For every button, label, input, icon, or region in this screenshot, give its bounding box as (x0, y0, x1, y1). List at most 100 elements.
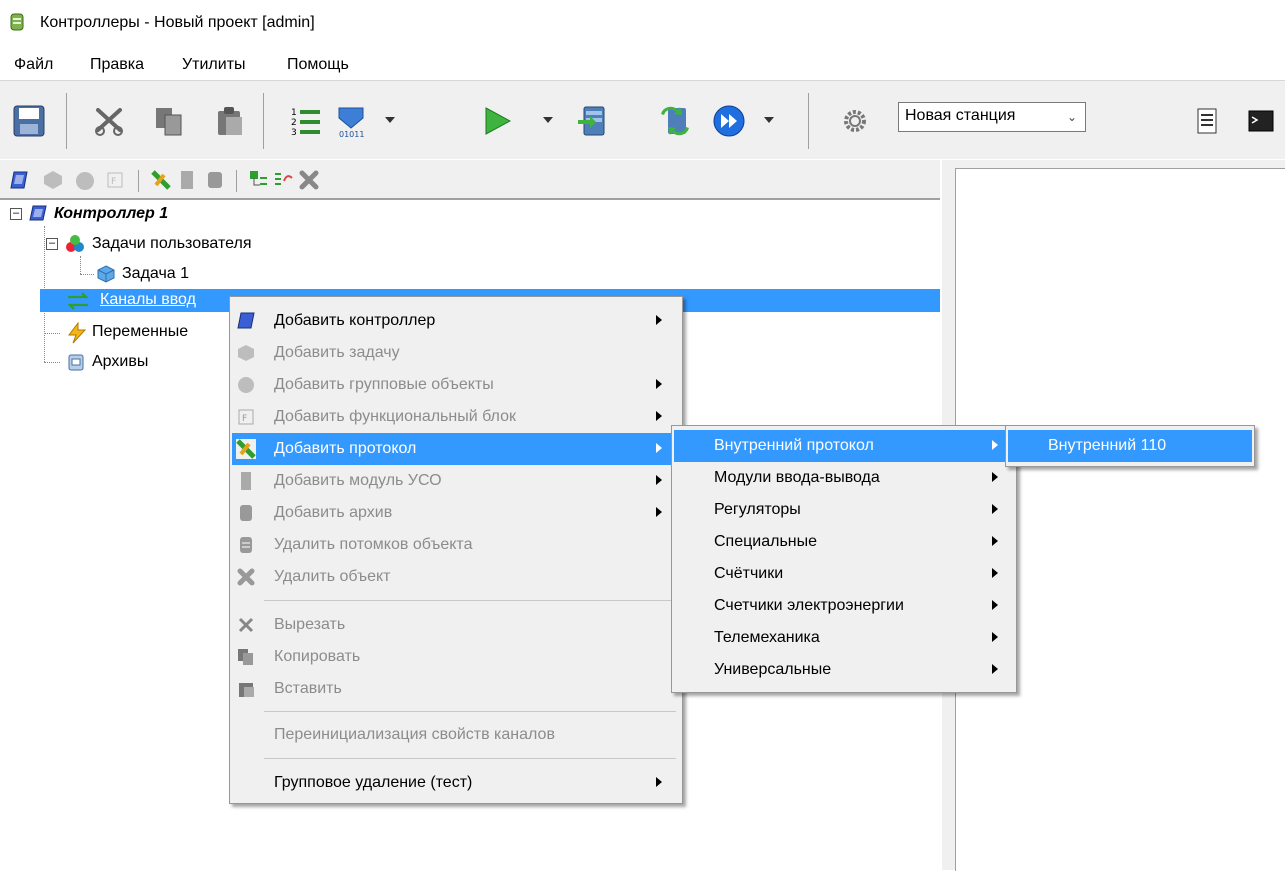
submenu-arrow-icon (992, 664, 998, 674)
menu-separator (264, 711, 676, 712)
compile-dropdown-arrow[interactable] (385, 117, 395, 123)
submenu-arrow-icon (992, 536, 998, 546)
cut-icon (238, 617, 254, 633)
submenu-arrow-icon (656, 507, 662, 517)
menu-add-task[interactable]: Добавить задачу (232, 337, 680, 369)
context-menu: Добавить контроллер Добавить задачу Доба… (229, 296, 683, 804)
tree-line (44, 226, 45, 292)
submenu-arrow-icon (656, 411, 662, 421)
add-protocol-icon[interactable] (150, 169, 172, 191)
undo-tree-icon[interactable] (272, 169, 294, 191)
toolbar-separator (263, 93, 264, 149)
cut-icon[interactable] (88, 101, 130, 141)
menu-help[interactable]: Помощь (287, 56, 349, 74)
menu-add-controller[interactable]: Добавить контроллер (232, 305, 680, 337)
menu-add-archive[interactable]: Добавить архив (232, 497, 680, 529)
menu-delete-object[interactable]: Удалить объект (232, 561, 680, 593)
submenu-arrow-icon (992, 568, 998, 578)
tree-item-task-1[interactable]: Задача 1 (122, 265, 189, 289)
task-cube-icon (97, 265, 115, 283)
submenu-special[interactable]: Специальные (674, 526, 1014, 558)
tree-line (80, 274, 94, 275)
fast-forward-icon[interactable] (708, 101, 750, 141)
save-icon[interactable] (8, 101, 50, 141)
station-select[interactable]: Новая станция ⌄ (898, 102, 1086, 132)
menu-add-io-module[interactable]: Добавить модуль УСО (232, 465, 680, 497)
tree-toolbar: F (0, 160, 940, 198)
add-controller-icon[interactable] (8, 169, 30, 191)
download-to-controller-icon[interactable] (572, 101, 614, 141)
submenu-io-modules[interactable]: Модули ввода-вывода (674, 462, 1014, 494)
submenu-internal-110[interactable]: Внутренний 110 (1008, 430, 1252, 462)
add-task-icon[interactable] (42, 169, 64, 191)
menu-add-protocol[interactable]: Добавить протокол (232, 433, 680, 465)
controller-icon (29, 205, 47, 221)
tree-item-io-channels[interactable]: Каналы ввод (100, 291, 196, 315)
collapse-user-tasks-toggle[interactable]: – (46, 238, 58, 250)
menu-reinit-channels[interactable]: Переинициализация свойств каналов (232, 719, 680, 751)
submenu-telemechanics[interactable]: Телемеханика (674, 622, 1014, 654)
menu-copy[interactable]: Копировать (232, 641, 680, 673)
menu-delete-children[interactable]: Удалить потомков объекта (232, 529, 680, 561)
tree-line (44, 306, 45, 362)
protocol-icon (236, 439, 256, 459)
tree-line (80, 256, 81, 274)
menu-paste[interactable]: Вставить (232, 673, 680, 705)
run-dropdown-arrow[interactable] (543, 117, 553, 123)
add-group-objects-icon[interactable] (74, 169, 96, 191)
group-objects-icon (238, 377, 254, 393)
app-icon (10, 13, 24, 31)
toolbar-separator (236, 170, 237, 192)
numbered-list-icon[interactable]: 123 (284, 101, 326, 141)
svg-text:2: 2 (291, 118, 297, 128)
window-title: Контроллеры - Новый проект [admin] (40, 14, 315, 31)
tree-item-archives[interactable]: Архивы (92, 353, 148, 377)
svg-text:01011: 01011 (339, 130, 364, 138)
submenu-counters[interactable]: Счётчики (674, 558, 1014, 590)
add-controller-icon (237, 312, 255, 329)
submenu-arrow-icon (656, 777, 662, 787)
task-icon (238, 345, 254, 361)
toolbar-separator (66, 93, 67, 149)
user-tasks-icon (66, 235, 84, 252)
svg-text:3: 3 (291, 128, 297, 138)
menu-add-group-objects[interactable]: Добавить групповые объекты (232, 369, 680, 401)
protocol-submenu: Внутренний протокол Модули ввода-вывода … (671, 425, 1017, 693)
gear-icon[interactable] (834, 101, 876, 141)
tree-item-controller[interactable]: Контроллер 1 (54, 205, 168, 229)
menu-utilities[interactable]: Утилиты (182, 56, 246, 74)
compile-binary-icon[interactable]: 01011 (330, 101, 372, 141)
menu-cut[interactable]: Вырезать (232, 609, 680, 641)
menu-file[interactable]: Файл (14, 56, 53, 74)
add-archive-icon[interactable] (204, 169, 226, 191)
run-icon[interactable] (476, 101, 518, 141)
terminal-icon[interactable] (1240, 101, 1282, 141)
sync-controller-icon[interactable] (654, 101, 696, 141)
add-function-block-icon[interactable]: F (104, 169, 126, 191)
tree-line (44, 333, 60, 334)
fast-forward-dropdown-arrow[interactable] (764, 117, 774, 123)
submenu-internal-protocol[interactable]: Внутренний протокол (674, 430, 1014, 462)
submenu-arrow-icon (992, 440, 998, 450)
delete-icon[interactable] (298, 169, 320, 191)
menu-add-function-block[interactable]: F Добавить функциональный блок (232, 401, 680, 433)
tree-item-variables[interactable]: Переменные (92, 323, 188, 347)
menu-separator (264, 758, 676, 759)
menu-separator (264, 600, 676, 601)
menu-bar: Файл Правка Утилиты Помощь (0, 48, 1285, 76)
add-io-module-icon[interactable] (176, 169, 198, 191)
collapse-controller-toggle[interactable]: – (10, 208, 22, 220)
submenu-universal[interactable]: Универсальные (674, 654, 1014, 686)
menu-group-delete[interactable]: Групповое удаление (тест) (232, 767, 680, 799)
paste-icon[interactable] (208, 101, 250, 141)
svg-text:1: 1 (291, 108, 297, 118)
menu-edit[interactable]: Правка (90, 56, 144, 74)
submenu-electric-meters[interactable]: Счетчики электроэнергии (674, 590, 1014, 622)
copy-icon[interactable] (148, 101, 190, 141)
archives-icon (68, 354, 84, 371)
document-list-icon[interactable] (1186, 101, 1228, 141)
expand-tree-icon[interactable] (248, 169, 270, 191)
submenu-regulators[interactable]: Регуляторы (674, 494, 1014, 526)
tree-item-user-tasks[interactable]: Задачи пользователя (92, 235, 251, 259)
title-bar: Контроллеры - Новый проект [admin] (0, 0, 1285, 42)
